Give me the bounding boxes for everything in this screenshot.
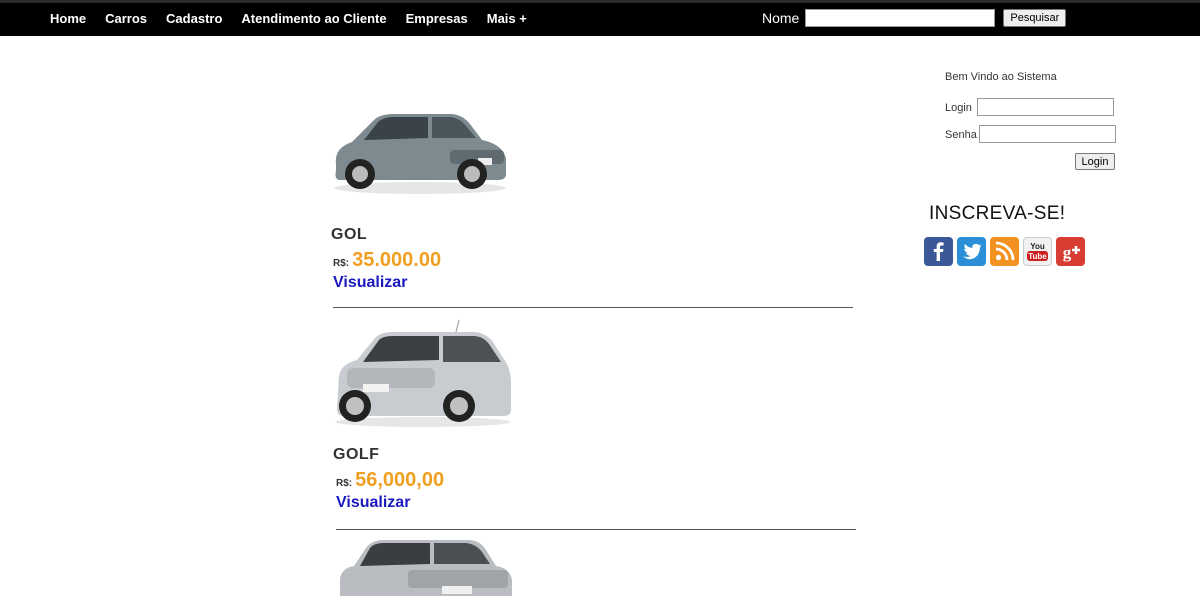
password-label: Senha xyxy=(945,129,977,141)
google-plus-icon[interactable]: g xyxy=(1056,237,1085,266)
search-button[interactable]: Pesquisar xyxy=(1003,9,1067,27)
login-button[interactable]: Login xyxy=(1075,153,1115,170)
subscribe-heading: INSCREVA-SE! xyxy=(929,203,1066,224)
car-price: R$: 56,000,00 xyxy=(336,469,444,492)
facebook-icon[interactable] xyxy=(924,237,953,266)
nav-atendimento[interactable]: Atendimento ao Cliente xyxy=(241,9,386,29)
car-image-golf[interactable] xyxy=(333,318,513,428)
login-label: Login xyxy=(945,102,972,114)
car-image-pickup[interactable] xyxy=(338,538,514,596)
view-golf-link[interactable]: Visualizar xyxy=(336,494,410,512)
social-icons: You Tube g xyxy=(924,237,1085,266)
car-image-gol[interactable] xyxy=(330,108,510,196)
view-gol-link[interactable]: Visualizar xyxy=(333,274,407,292)
search-label: Nome xyxy=(762,10,800,26)
nav-empresas[interactable]: Empresas xyxy=(406,9,468,29)
main-nav: Home Carros Cadastro Atendimento ao Clie… xyxy=(50,9,546,29)
top-navbar: Home Carros Cadastro Atendimento ao Clie… xyxy=(0,0,1200,36)
car-name: GOLF xyxy=(333,446,380,463)
currency-label: R$: xyxy=(336,478,353,489)
price-value: 56,000,00 xyxy=(355,469,445,491)
divider xyxy=(336,529,856,530)
svg-text:g: g xyxy=(1063,243,1072,262)
nav-cadastro[interactable]: Cadastro xyxy=(166,9,222,29)
nav-carros[interactable]: Carros xyxy=(105,9,147,29)
nav-home[interactable]: Home xyxy=(50,9,86,29)
car-price: R$: 35.000.00 xyxy=(333,249,441,272)
search-area: Nome Pesquisar xyxy=(762,9,1067,27)
twitter-icon[interactable] xyxy=(957,237,986,266)
car-name: GOL xyxy=(331,226,368,243)
welcome-text: Bem Vindo ao Sistema xyxy=(945,71,1057,83)
price-value: 35.000.00 xyxy=(352,249,442,271)
login-input[interactable] xyxy=(977,98,1114,116)
svg-text:You: You xyxy=(1030,242,1045,251)
search-input[interactable] xyxy=(805,9,996,27)
divider xyxy=(333,307,853,308)
rss-icon[interactable] xyxy=(990,237,1019,266)
password-input[interactable] xyxy=(979,125,1116,143)
youtube-icon[interactable]: You Tube xyxy=(1023,237,1052,266)
nav-mais[interactable]: Mais + xyxy=(487,9,527,29)
currency-label: R$: xyxy=(333,258,350,269)
svg-text:Tube: Tube xyxy=(1028,252,1047,261)
